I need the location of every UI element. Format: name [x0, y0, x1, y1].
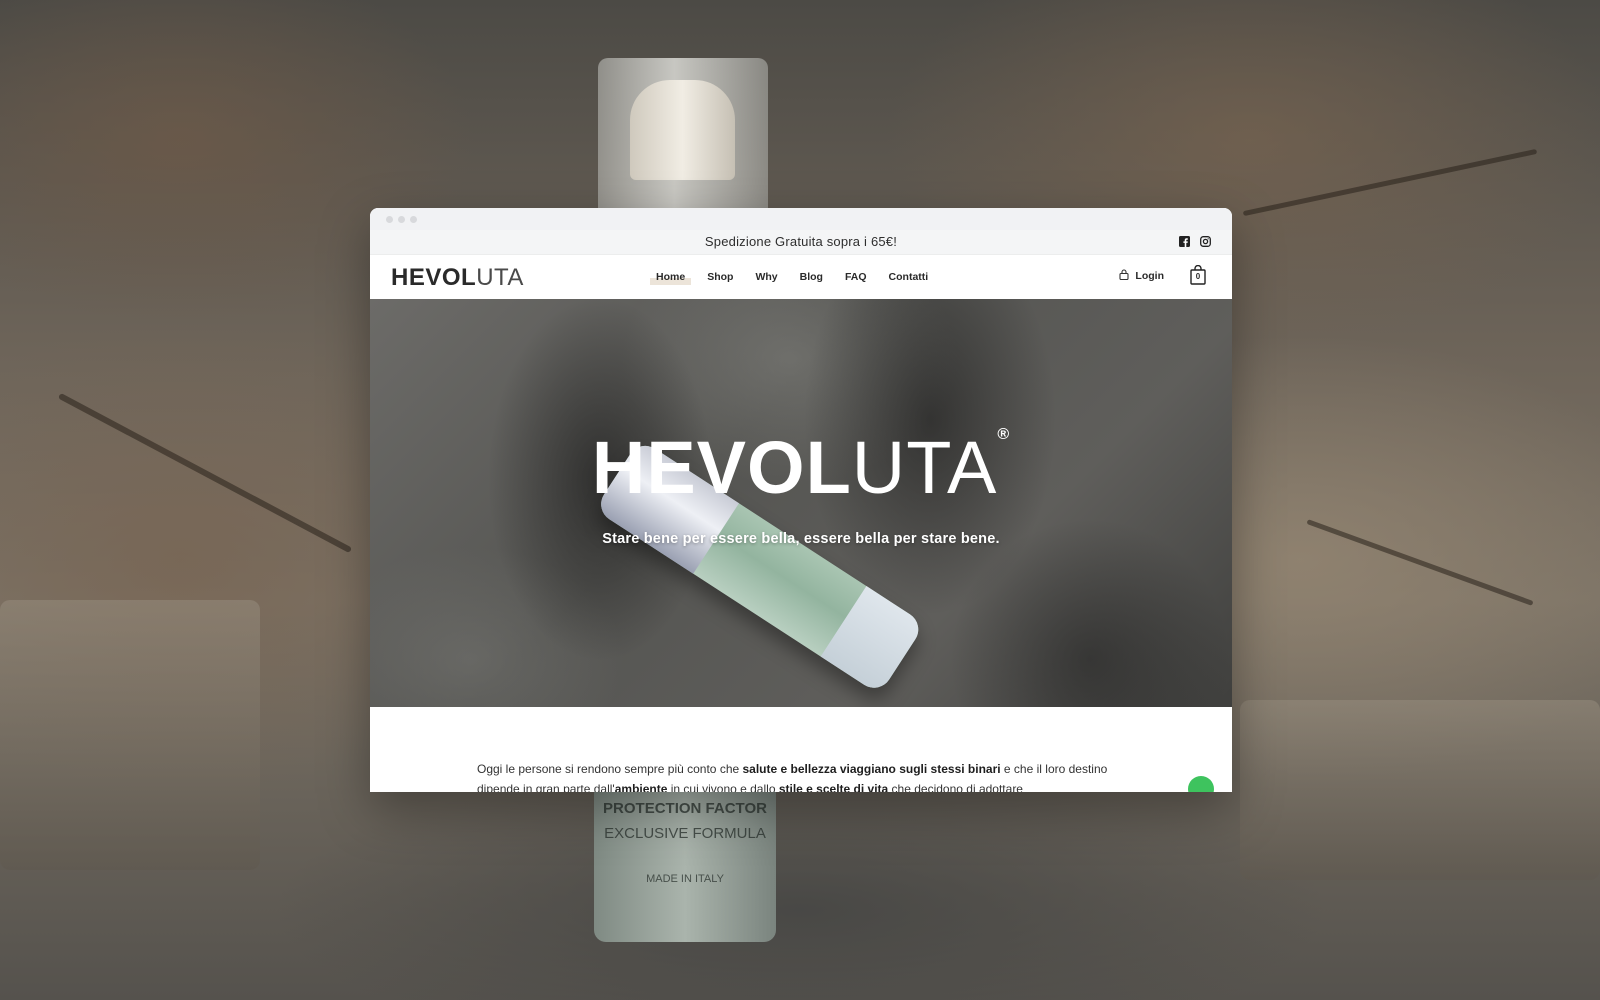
facebook-icon[interactable] [1178, 235, 1190, 247]
nav-item-shop[interactable]: Shop [701, 269, 739, 285]
intro-text-4: in cui vivono e dallo [667, 782, 779, 792]
window-minimize-dot[interactable] [398, 216, 405, 223]
announcement-bar: Spedizione Gratuita sopra i 65€! [370, 230, 1232, 255]
logo-bold-part: HEVOL [391, 264, 477, 291]
background-bottle-text-3: MADE IN ITALY [646, 873, 724, 885]
background-bottle-text-1: PROTECTION FACTOR [603, 800, 767, 817]
window-chrome [370, 208, 1232, 230]
background-wood-slab [1240, 700, 1600, 880]
intro-text-2: e che il loro destino [1000, 762, 1108, 776]
lock-icon [1119, 269, 1129, 283]
intro-bold-3: stile e scelte di vita [778, 782, 889, 792]
instagram-icon[interactable] [1199, 235, 1211, 247]
hero-tagline: Stare bene per essere bella, essere bell… [602, 531, 1000, 547]
hero-title-bold: HEVOL [591, 426, 852, 509]
primary-nav: Home Shop Why Blog FAQ Contatti [650, 269, 944, 285]
browser-window: Spedizione Gratuita sopra i 65€! HEVOLUT… [370, 208, 1232, 792]
window-close-dot[interactable] [386, 216, 393, 223]
main-navbar: HEVOLUTA Home Shop Why Blog FAQ Contatti… [370, 255, 1232, 299]
registered-mark: ® [997, 426, 1011, 443]
nav-item-contatti[interactable]: Contatti [883, 269, 935, 285]
background-wood-slab [0, 600, 260, 870]
nav-item-home[interactable]: Home [650, 269, 692, 285]
login-label: Login [1135, 270, 1164, 282]
intro-text-3: dipende in gran parte dall' [477, 782, 615, 792]
nav-item-blog[interactable]: Blog [794, 269, 829, 285]
background-bottle-cap [630, 80, 735, 180]
background-bottle-text-2: EXCLUSIVE FORMULA [604, 825, 766, 842]
logo-light-part: UTA [476, 264, 524, 291]
cart-count: 0 [1195, 272, 1201, 281]
intro-text-5: che decidono di adottare [888, 782, 1023, 792]
window-maximize-dot[interactable] [410, 216, 417, 223]
chat-widget-button[interactable] [1188, 776, 1214, 792]
free-shipping-text: Spedizione Gratuita sopra i 65€! [704, 234, 898, 249]
intro-bold-1: salute e bellezza viaggiano sugli stessi… [742, 762, 1001, 776]
intro-bold-2: ambiente [614, 782, 668, 792]
login-link[interactable]: Login [1119, 269, 1164, 283]
intro-paragraph: Oggi le persone si rendono sempre più co… [477, 759, 1117, 792]
hero-title-light: UTA [851, 426, 998, 509]
nav-item-faq[interactable]: FAQ [839, 269, 873, 285]
intro-text-section: Oggi le persone si rendono sempre più co… [370, 707, 1117, 792]
hero-brand-title: HEVOLUTA® [370, 427, 1232, 505]
hero-banner: HEVOLUTA® Stare bene per essere bella, e… [370, 299, 1232, 707]
hero-bottle-end [820, 586, 926, 695]
cart-button[interactable]: 0 [1190, 264, 1206, 285]
nav-item-why[interactable]: Why [749, 269, 783, 285]
intro-text-1: Oggi le persone si rendono sempre più co… [477, 762, 743, 776]
site-logo[interactable]: HEVOLUTA [391, 264, 524, 292]
